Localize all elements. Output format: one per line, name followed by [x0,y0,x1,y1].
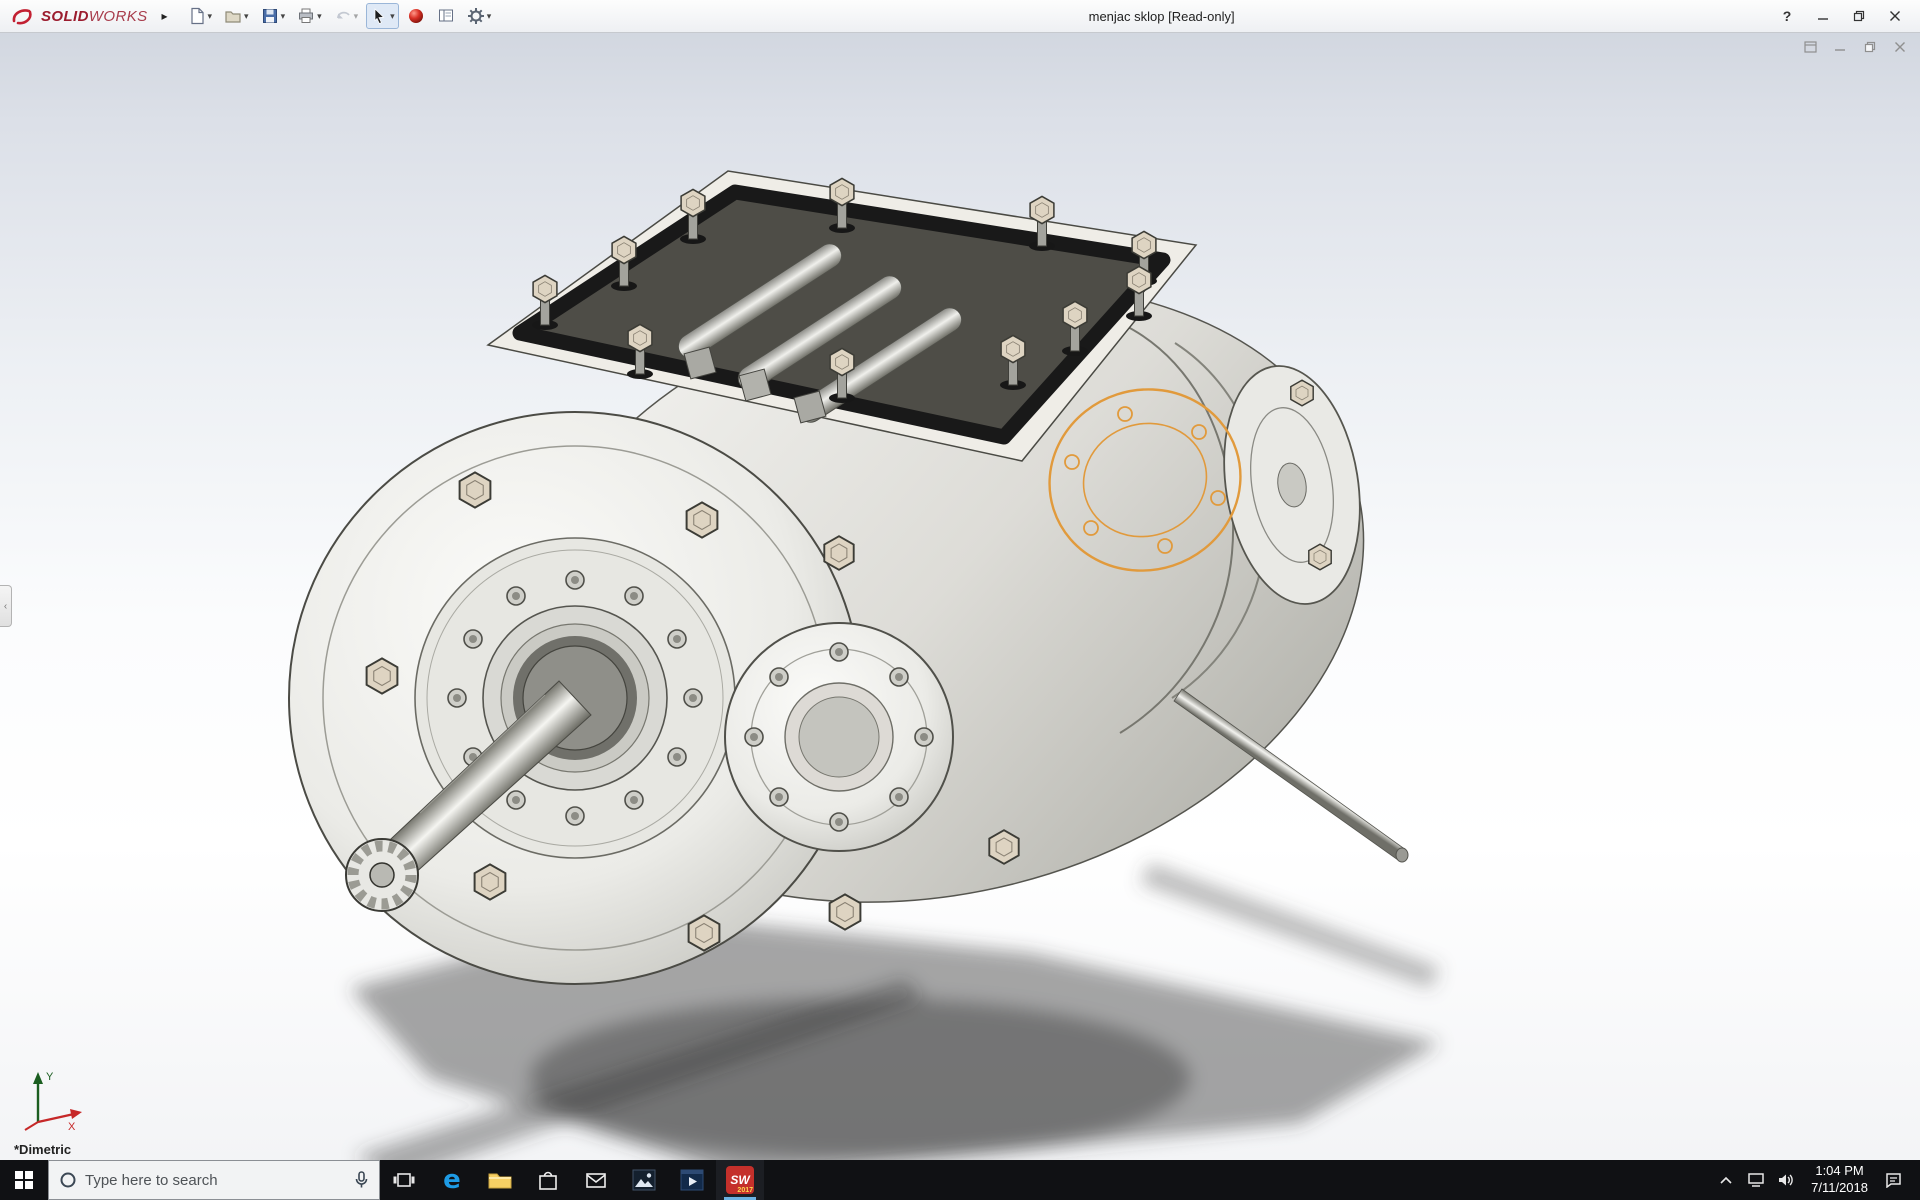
hidden-icons-button[interactable] [1713,1160,1739,1200]
photos-app-icon [632,1169,656,1191]
help-button[interactable]: ? [1772,5,1802,27]
gear-icon [467,8,484,24]
doc-minimize-icon [1835,49,1845,51]
shopping-bag-icon [539,1171,557,1190]
store-icon[interactable] [524,1160,572,1200]
search-input[interactable] [85,1171,346,1189]
quick-access-toolbar: ▾ ▾ ▾ ▾ ▾ ▾ ▾ [184,3,496,29]
options-button[interactable]: ▾ [463,3,496,29]
display-settings-button[interactable] [433,3,459,29]
doc-restore-icon [1864,41,1876,53]
dropdown-arrow-icon[interactable]: ▾ [208,11,213,21]
task-view-button[interactable] [380,1160,428,1200]
new-document-button[interactable]: ▾ [184,3,217,29]
select-tool-button[interactable]: ▾ [366,3,399,29]
action-center-icon [1885,1173,1901,1188]
task-view-icon [393,1173,415,1187]
doc-close-icon [1895,42,1905,52]
start-button[interactable] [0,1160,48,1200]
minimize-button[interactable] [1808,5,1838,27]
open-button[interactable]: ▾ [220,3,253,29]
action-center-button[interactable] [1880,1160,1906,1200]
solidworks-taskbar-icon[interactable]: SW 2017 [716,1160,764,1200]
chevron-up-icon [1720,1176,1732,1184]
dropdown-arrow-icon[interactable]: ▾ [317,11,322,21]
doc-minimize-button[interactable] [1830,39,1850,55]
taskbar-search-box[interactable] [48,1160,380,1200]
clock-time: 1:04 PM [1815,1163,1864,1179]
save-icon [262,9,277,23]
solidworks-app-icon: SW 2017 [726,1166,754,1194]
print-button[interactable]: ▾ [293,3,326,29]
system-tray: 1:04 PM 7/11/2018 [1713,1160,1920,1200]
restore-icon [1853,10,1865,22]
close-icon [1890,11,1900,21]
folder-icon [488,1173,512,1189]
doc-restore-button[interactable] [1860,39,1880,55]
taskbar-clock[interactable]: 1:04 PM 7/11/2018 [1803,1163,1876,1197]
select-cursor-icon [374,8,385,25]
doc-float-button[interactable] [1800,39,1820,55]
undo-button[interactable]: ▾ [330,3,363,29]
movies-app-icon [680,1169,704,1191]
document-window-controls [1800,39,1910,55]
secondary-cover[interactable] [724,622,954,852]
dropdown-arrow-icon[interactable]: ▾ [390,11,395,21]
svg-text:X: X [68,1121,76,1133]
display-pane-icon [438,9,453,22]
graphics-area[interactable]: ‹ Y X *Dimetric [0,33,1920,1160]
svg-text:Y: Y [46,1071,54,1083]
dropdown-arrow-icon[interactable]: ▾ [354,11,359,21]
windows-logo-icon [15,1171,33,1189]
speaker-icon [1779,1174,1793,1186]
dropdown-arrow-icon[interactable]: ▾ [244,11,249,21]
brand-text: SOLIDWORKS [41,7,148,25]
mail-icon[interactable] [572,1160,620,1200]
edge-icon[interactable]: e [428,1160,476,1200]
network-icon [1748,1173,1764,1187]
close-button[interactable] [1880,5,1910,27]
window-title: menjac sklop [Read-only] [1088,8,1235,24]
solidworks-brand: SOLIDWORKS [10,6,148,26]
print-icon [299,8,314,23]
menu-expand-button[interactable]: ▸ [156,5,174,27]
titlebar: SOLIDWORKS ▸ ▾ ▾ ▾ ▾ ▾ ▾ ▾ menjac sklop … [0,0,1920,33]
network-tray-button[interactable] [1743,1160,1769,1200]
cortana-icon [60,1172,76,1188]
appearances-button[interactable] [403,3,429,29]
float-window-icon [1803,41,1817,53]
orientation-triad: Y X [24,1071,82,1133]
solidworks-window: SOLIDWORKS ▸ ▾ ▾ ▾ ▾ ▾ ▾ ▾ menjac sklop … [0,0,1920,1200]
photos-icon[interactable] [620,1160,668,1200]
envelope-icon [586,1173,606,1188]
volume-tray-button[interactable] [1773,1160,1799,1200]
ds-logo-icon [12,9,32,25]
appearance-sphere-icon [408,9,423,23]
gearbox-3d-model[interactable] [0,33,1920,1160]
dropdown-arrow-icon[interactable]: ▾ [487,11,492,21]
window-controls: ? [1772,5,1910,27]
undo-icon [336,11,350,19]
clock-date: 7/11/2018 [1811,1180,1868,1195]
microphone-icon[interactable] [354,1171,369,1189]
doc-close-button[interactable] [1890,39,1910,55]
minimize-icon [1818,18,1828,20]
featuremanager-collapsed-tab[interactable]: ‹ [0,585,12,627]
taskbar: e [0,1160,1920,1200]
dropdown-arrow-icon[interactable]: ▾ [281,11,286,21]
new-document-icon [190,7,204,25]
open-icon [225,11,241,23]
view-orientation-label: *Dimetric [14,1142,72,1157]
file-explorer-icon[interactable] [476,1160,524,1200]
maximize-button[interactable] [1844,5,1874,27]
save-button[interactable]: ▾ [257,3,290,29]
movies-tv-icon[interactable] [668,1160,716,1200]
